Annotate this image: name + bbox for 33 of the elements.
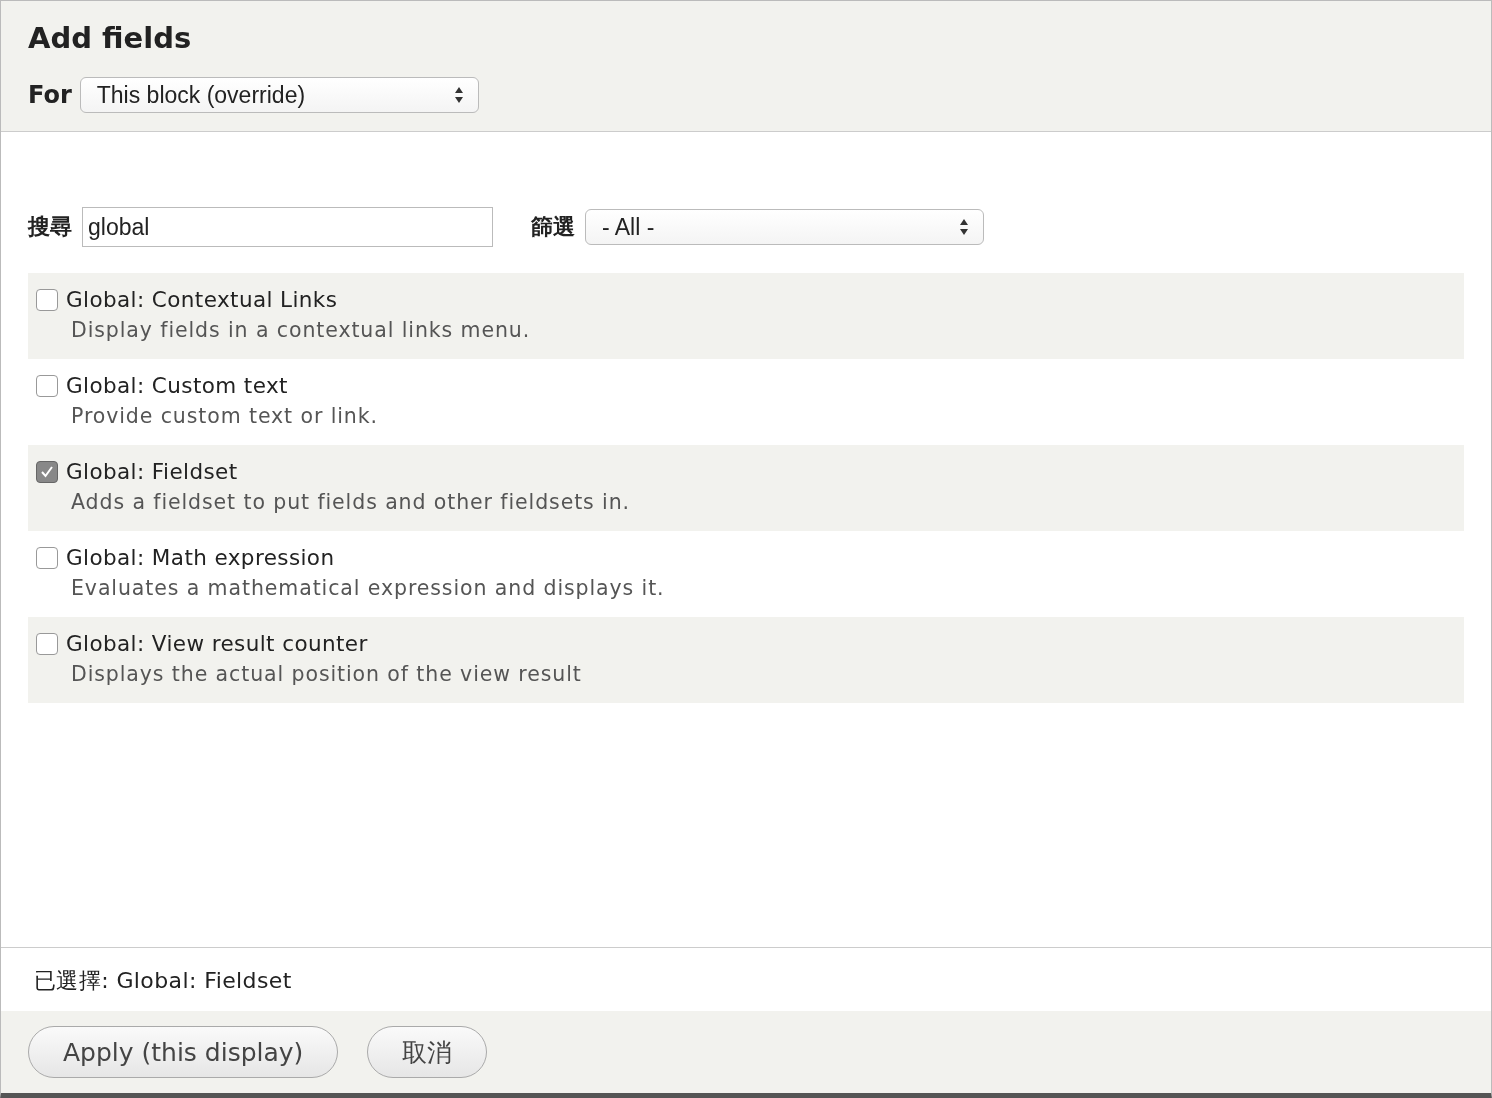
updown-icon (453, 85, 464, 105)
field-name: Global: Math expression (66, 545, 335, 570)
checkmark-icon (40, 464, 54, 479)
search-label: 搜尋 (28, 213, 72, 241)
field-row[interactable]: Global: Math expression Evaluates a mathematical expression and displays it. (28, 531, 1464, 617)
cancel-button[interactable]: 取消 (367, 1026, 488, 1078)
for-label: For (28, 81, 72, 109)
filter-label: 篩選 (531, 213, 575, 241)
checkbox[interactable] (36, 546, 58, 569)
field-description: Displays the actual position of the view result (71, 662, 583, 686)
checkbox[interactable] (36, 460, 58, 483)
display-select[interactable]: This block (override) (79, 77, 479, 113)
updown-icon (959, 217, 969, 237)
field-description: Display fields in a contextual links menu. (71, 318, 532, 342)
field-description: Adds a fieldset to put fields and other fieldsets in. (71, 490, 631, 514)
checkbox[interactable] (36, 374, 58, 397)
field-row[interactable]: Global: Fieldset Adds a fieldset to put fields and other fieldsets in. (28, 445, 1464, 531)
field-row[interactable]: Global: Custom text Provide custom text or link. (28, 359, 1464, 445)
field-row[interactable]: Global: View result counter Displays the actual position of the view result (28, 617, 1464, 703)
filter-select[interactable]: - All - (585, 209, 984, 245)
field-name: Global: View result counter (66, 631, 368, 656)
field-description: Provide custom text or link. (71, 404, 379, 428)
checkbox[interactable] (36, 288, 58, 311)
apply-button[interactable]: Apply (this display) (28, 1026, 339, 1078)
dialog-title: Add fields (28, 20, 193, 57)
selected-summary: 已選擇: Global: Fieldset (34, 968, 292, 993)
field-name: Global: Contextual Links (66, 287, 338, 312)
field-description: Evaluates a mathematical expression and displays it. (71, 576, 666, 600)
checkbox[interactable] (36, 632, 58, 655)
field-name: Global: Custom text (66, 373, 288, 398)
search-field[interactable]: global (82, 207, 493, 247)
field-row[interactable]: Global: Contextual Links Display fields in a contextual links menu. (28, 273, 1464, 359)
field-name: Global: Fieldset (66, 459, 238, 484)
